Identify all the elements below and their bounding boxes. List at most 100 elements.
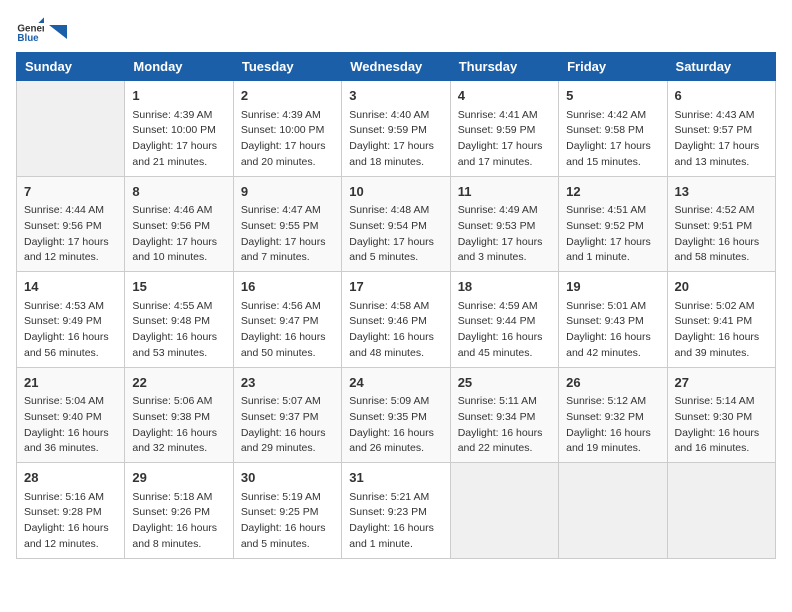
day-info: Sunrise: 5:06 AMSunset: 9:38 PMDaylight:… (132, 394, 225, 457)
calendar-cell: 29Sunrise: 5:18 AMSunset: 9:26 PMDayligh… (125, 463, 233, 559)
calendar-cell (450, 463, 558, 559)
calendar-week-2: 7Sunrise: 4:44 AMSunset: 9:56 PMDaylight… (17, 176, 776, 272)
calendar-cell: 7Sunrise: 4:44 AMSunset: 9:56 PMDaylight… (17, 176, 125, 272)
day-info: Sunrise: 4:46 AMSunset: 9:56 PMDaylight:… (132, 203, 225, 266)
calendar-cell: 21Sunrise: 5:04 AMSunset: 9:40 PMDayligh… (17, 367, 125, 463)
calendar-cell: 30Sunrise: 5:19 AMSunset: 9:25 PMDayligh… (233, 463, 341, 559)
day-info: Sunrise: 4:42 AMSunset: 9:58 PMDaylight:… (566, 108, 659, 171)
calendar-week-3: 14Sunrise: 4:53 AMSunset: 9:49 PMDayligh… (17, 272, 776, 368)
calendar-cell: 26Sunrise: 5:12 AMSunset: 9:32 PMDayligh… (559, 367, 667, 463)
calendar-cell: 25Sunrise: 5:11 AMSunset: 9:34 PMDayligh… (450, 367, 558, 463)
day-info: Sunrise: 4:44 AMSunset: 9:56 PMDaylight:… (24, 203, 117, 266)
calendar-week-5: 28Sunrise: 5:16 AMSunset: 9:28 PMDayligh… (17, 463, 776, 559)
day-info: Sunrise: 4:47 AMSunset: 9:55 PMDaylight:… (241, 203, 334, 266)
day-number: 29 (132, 468, 225, 488)
day-info: Sunrise: 5:01 AMSunset: 9:43 PMDaylight:… (566, 299, 659, 362)
day-header-tuesday: Tuesday (233, 53, 341, 81)
day-info: Sunrise: 5:02 AMSunset: 9:41 PMDaylight:… (675, 299, 768, 362)
svg-text:Blue: Blue (17, 33, 39, 44)
day-info: Sunrise: 4:56 AMSunset: 9:47 PMDaylight:… (241, 299, 334, 362)
calendar-cell: 12Sunrise: 4:51 AMSunset: 9:52 PMDayligh… (559, 176, 667, 272)
calendar-cell (559, 463, 667, 559)
calendar-cell: 11Sunrise: 4:49 AMSunset: 9:53 PMDayligh… (450, 176, 558, 272)
day-number: 24 (349, 373, 442, 393)
day-info: Sunrise: 4:52 AMSunset: 9:51 PMDaylight:… (675, 203, 768, 266)
day-number: 11 (458, 182, 551, 202)
day-number: 23 (241, 373, 334, 393)
day-number: 2 (241, 86, 334, 106)
calendar-cell: 3Sunrise: 4:40 AMSunset: 9:59 PMDaylight… (342, 81, 450, 177)
calendar-cell: 28Sunrise: 5:16 AMSunset: 9:28 PMDayligh… (17, 463, 125, 559)
day-info: Sunrise: 4:48 AMSunset: 9:54 PMDaylight:… (349, 203, 442, 266)
day-number: 20 (675, 277, 768, 297)
calendar-cell: 31Sunrise: 5:21 AMSunset: 9:23 PMDayligh… (342, 463, 450, 559)
day-info: Sunrise: 5:11 AMSunset: 9:34 PMDaylight:… (458, 394, 551, 457)
day-number: 5 (566, 86, 659, 106)
day-number: 1 (132, 86, 225, 106)
calendar-cell: 10Sunrise: 4:48 AMSunset: 9:54 PMDayligh… (342, 176, 450, 272)
day-number: 28 (24, 468, 117, 488)
day-info: Sunrise: 5:21 AMSunset: 9:23 PMDaylight:… (349, 490, 442, 553)
calendar-cell: 22Sunrise: 5:06 AMSunset: 9:38 PMDayligh… (125, 367, 233, 463)
calendar-cell: 20Sunrise: 5:02 AMSunset: 9:41 PMDayligh… (667, 272, 775, 368)
day-number: 18 (458, 277, 551, 297)
day-info: Sunrise: 4:51 AMSunset: 9:52 PMDaylight:… (566, 203, 659, 266)
calendar-cell: 19Sunrise: 5:01 AMSunset: 9:43 PMDayligh… (559, 272, 667, 368)
calendar-cell: 2Sunrise: 4:39 AMSunset: 10:00 PMDayligh… (233, 81, 341, 177)
day-info: Sunrise: 4:55 AMSunset: 9:48 PMDaylight:… (132, 299, 225, 362)
day-number: 16 (241, 277, 334, 297)
calendar-cell: 4Sunrise: 4:41 AMSunset: 9:59 PMDaylight… (450, 81, 558, 177)
day-number: 8 (132, 182, 225, 202)
calendar-cell: 18Sunrise: 4:59 AMSunset: 9:44 PMDayligh… (450, 272, 558, 368)
day-header-monday: Monday (125, 53, 233, 81)
day-number: 22 (132, 373, 225, 393)
page-header: General Blue (16, 16, 776, 44)
day-number: 30 (241, 468, 334, 488)
calendar-cell: 1Sunrise: 4:39 AMSunset: 10:00 PMDayligh… (125, 81, 233, 177)
day-header-friday: Friday (559, 53, 667, 81)
calendar-cell: 8Sunrise: 4:46 AMSunset: 9:56 PMDaylight… (125, 176, 233, 272)
day-number: 4 (458, 86, 551, 106)
calendar-cell (17, 81, 125, 177)
day-info: Sunrise: 4:43 AMSunset: 9:57 PMDaylight:… (675, 108, 768, 171)
calendar-table: SundayMondayTuesdayWednesdayThursdayFrid… (16, 52, 776, 559)
day-info: Sunrise: 4:59 AMSunset: 9:44 PMDaylight:… (458, 299, 551, 362)
day-number: 26 (566, 373, 659, 393)
day-info: Sunrise: 4:41 AMSunset: 9:59 PMDaylight:… (458, 108, 551, 171)
day-info: Sunrise: 5:14 AMSunset: 9:30 PMDaylight:… (675, 394, 768, 457)
day-number: 17 (349, 277, 442, 297)
calendar-cell: 15Sunrise: 4:55 AMSunset: 9:48 PMDayligh… (125, 272, 233, 368)
calendar-header: SundayMondayTuesdayWednesdayThursdayFrid… (17, 53, 776, 81)
day-info: Sunrise: 4:49 AMSunset: 9:53 PMDaylight:… (458, 203, 551, 266)
day-number: 9 (241, 182, 334, 202)
day-number: 31 (349, 468, 442, 488)
day-number: 6 (675, 86, 768, 106)
day-info: Sunrise: 5:12 AMSunset: 9:32 PMDaylight:… (566, 394, 659, 457)
logo-icon: General Blue (16, 16, 44, 44)
day-number: 19 (566, 277, 659, 297)
day-number: 21 (24, 373, 117, 393)
logo: General Blue (16, 16, 68, 44)
calendar-cell: 23Sunrise: 5:07 AMSunset: 9:37 PMDayligh… (233, 367, 341, 463)
day-info: Sunrise: 5:07 AMSunset: 9:37 PMDaylight:… (241, 394, 334, 457)
day-header-wednesday: Wednesday (342, 53, 450, 81)
day-header-sunday: Sunday (17, 53, 125, 81)
logo-arrow-icon (49, 25, 67, 39)
calendar-week-1: 1Sunrise: 4:39 AMSunset: 10:00 PMDayligh… (17, 81, 776, 177)
day-info: Sunrise: 5:09 AMSunset: 9:35 PMDaylight:… (349, 394, 442, 457)
calendar-cell: 5Sunrise: 4:42 AMSunset: 9:58 PMDaylight… (559, 81, 667, 177)
day-info: Sunrise: 4:58 AMSunset: 9:46 PMDaylight:… (349, 299, 442, 362)
calendar-cell: 14Sunrise: 4:53 AMSunset: 9:49 PMDayligh… (17, 272, 125, 368)
day-info: Sunrise: 4:40 AMSunset: 9:59 PMDaylight:… (349, 108, 442, 171)
day-number: 10 (349, 182, 442, 202)
day-number: 3 (349, 86, 442, 106)
calendar-cell: 6Sunrise: 4:43 AMSunset: 9:57 PMDaylight… (667, 81, 775, 177)
day-number: 14 (24, 277, 117, 297)
day-info: Sunrise: 5:04 AMSunset: 9:40 PMDaylight:… (24, 394, 117, 457)
day-info: Sunrise: 4:39 AMSunset: 10:00 PMDaylight… (132, 108, 225, 171)
day-info: Sunrise: 5:19 AMSunset: 9:25 PMDaylight:… (241, 490, 334, 553)
calendar-week-4: 21Sunrise: 5:04 AMSunset: 9:40 PMDayligh… (17, 367, 776, 463)
day-info: Sunrise: 4:39 AMSunset: 10:00 PMDaylight… (241, 108, 334, 171)
day-info: Sunrise: 5:18 AMSunset: 9:26 PMDaylight:… (132, 490, 225, 553)
calendar-cell: 17Sunrise: 4:58 AMSunset: 9:46 PMDayligh… (342, 272, 450, 368)
